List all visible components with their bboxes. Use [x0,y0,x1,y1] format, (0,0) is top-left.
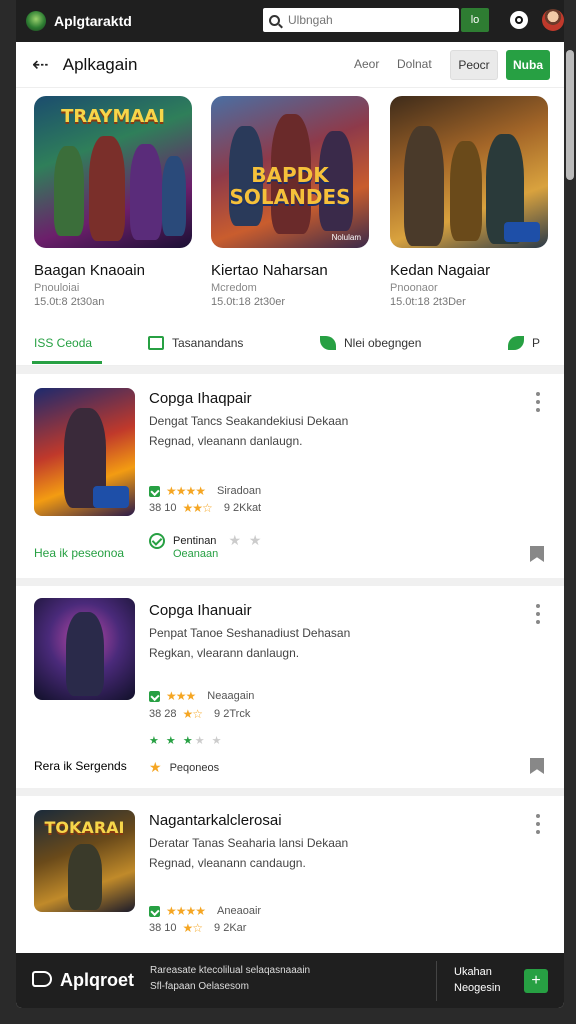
add-button[interactable]: + [524,969,548,993]
page-title: Aplkagain [62,54,138,74]
item-description: Regnad, vleanann danlaugn. [149,434,303,448]
item-description: Deratar Tanas Seaharia lansi Dekaan [149,836,349,850]
featured-name: Kiertao Naharsan [211,262,328,279]
category-tabs: ISS Ceoda Tasanandans Nlei obegngen P [16,322,564,366]
rating-row: ★★★★ Aneaoair [149,904,261,918]
notification-icon[interactable] [510,11,528,29]
featured-game-art[interactable]: TRAYMAAI [34,96,192,248]
status-row: Pentinan ★ ★ [149,532,263,549]
game-icon[interactable] [34,388,135,516]
tab-4[interactable]: P [508,336,540,350]
verified-icon [149,690,160,702]
app-logo-icon[interactable] [26,11,46,31]
active-tab-indicator [32,361,102,364]
item-tag: Hea ik peseonoa [34,546,125,560]
status-row: ★ Peqoneos [149,759,220,775]
bottom-bar-label: Ukahan [454,966,492,978]
user-rating[interactable]: ★ ★ ★ ★ ★ [149,734,223,747]
bottom-bar-label: Neogesin [454,982,501,994]
star-icon: ★ [149,759,162,775]
divider [16,578,564,586]
check-circle-icon [149,532,165,549]
header-link-2[interactable]: Dolnat [397,57,432,71]
star-rating-icon: ★☆ [182,707,203,721]
item-description: Dengat Tancs Seakandekiusi Dekaan [149,414,349,428]
search-button[interactable]: lo [461,8,489,32]
tab-3[interactable]: Nlei obegngen [320,336,421,350]
featured-game-art[interactable] [390,96,548,248]
featured-name: Kedan Nagaiar [390,262,491,279]
featured-sub: Mcredom [211,282,257,294]
divider [16,366,564,374]
search-icon [269,14,280,26]
featured-meta: 15.0t:8 2t30an [34,296,105,308]
star-rating-icon: ★★★★ [166,484,206,498]
search-box[interactable] [263,8,459,32]
header-primary-button[interactable]: Nuba [506,50,550,80]
more-options-icon[interactable] [536,604,542,628]
featured-name: Baagan Knaoain [34,262,145,279]
header-link-1[interactable]: Aeor [354,57,379,71]
bottom-bar-title: Aplqroet [60,970,134,990]
bottom-bar: Aplqroet Rareasate ktecolilual selaqasna… [16,953,564,1008]
divider [16,788,564,796]
scrollbar-thumb[interactable] [566,50,574,180]
item-tag: Rera ik Sergends [34,759,127,773]
game-icon[interactable]: TOKARAI [34,810,135,912]
divider [436,961,437,1001]
item-description: Regkan, vlearann danlaugn. [149,646,300,660]
featured-game-art[interactable]: BAPDK SOLANDES Nolulam [211,96,369,248]
featured-item-2[interactable]: BAPDK SOLANDES Nolulam Kiertao Naharsan … [211,96,369,308]
verified-icon [149,485,160,497]
game-icon[interactable] [34,598,135,700]
rating-row: ★★★ Neaagain [149,689,254,703]
rating-details: 38 28 ★☆ 9 2Trck [149,707,251,721]
verified-icon [149,905,160,917]
rating-row: ★★★★ Siradoan [149,484,261,498]
rating-details: 38 10 ★★☆ 9 2Kkat [149,501,262,515]
bottom-bar-text: Rareasate ktecolilual selaqasnaaain [150,965,311,976]
list-item[interactable]: Copga Ihanuair Penpat Tanoe Seshanadiust… [16,586,564,788]
featured-meta: 15.0t:18 2t3Der [390,296,466,308]
list-item[interactable]: Copga Ihaqpair Dengat Tancs Seakandekius… [16,374,564,578]
item-description: Regnad, vleanann candaugn. [149,856,306,870]
rating-details: 38 10 ★☆ 9 2Kar [149,921,247,935]
leaf-icon [320,336,336,350]
back-arrow-icon[interactable]: ⇠ [32,52,49,77]
header-secondary-button[interactable]: Peocr [450,50,498,80]
more-options-icon[interactable] [536,814,542,838]
item-title[interactable]: Nagantarkalclerosai [149,812,282,829]
bookmark-icon[interactable] [530,758,544,774]
list-item[interactable]: TOKARAI Nagantarkalclerosai Deratar Tana… [16,796,564,953]
item-description: Penpat Tanoe Seshanadiust Dehasan [149,626,351,640]
item-title[interactable]: Copga Ihanuair [149,602,252,619]
star-rating-icon: ★★★★ [166,904,206,918]
item-title[interactable]: Copga Ihaqpair [149,390,252,407]
status-sub: Oeanaan [173,548,219,560]
search-input[interactable] [288,13,448,27]
chart-icon [148,336,164,350]
app-window: Aplgtaraktd lo ⇠ Aplkagain Aeor Dolnat P… [16,0,564,1008]
featured-meta: 15.0t:18 2t30er [211,296,286,308]
tab-2[interactable]: Tasanandans [148,336,243,350]
featured-sub: Pnoonaor [390,282,438,294]
top-bar: Aplgtaraktd lo [16,0,564,42]
featured-item-1[interactable]: TRAYMAAI Baagan Knaoain Pnouloiai 15.0t:… [34,96,192,308]
tab-1[interactable]: ISS Ceoda [34,336,92,350]
app-logo-icon[interactable] [32,971,52,987]
bookmark-icon[interactable] [530,546,544,562]
page-header: ⇠ Aplkagain Aeor Dolnat Peocr Nuba [16,42,564,88]
more-options-icon[interactable] [536,392,542,416]
avatar[interactable] [542,9,564,31]
star-rating-icon: ★★★ [166,689,196,703]
bottom-bar-text: Sfl-fapaan Oelasesom [150,981,249,992]
featured-sub: Pnouloiai [34,282,80,294]
star-rating-icon: ★☆ [182,921,203,935]
app-title: Aplgtaraktd [54,13,132,29]
featured-item-3[interactable]: Kedan Nagaiar Pnoonaor 15.0t:18 2t3Der [390,96,548,308]
leaf-icon [508,336,524,350]
empty-star-icon: ★ ★ [228,532,264,548]
star-rating-icon: ★★☆ [182,501,213,515]
